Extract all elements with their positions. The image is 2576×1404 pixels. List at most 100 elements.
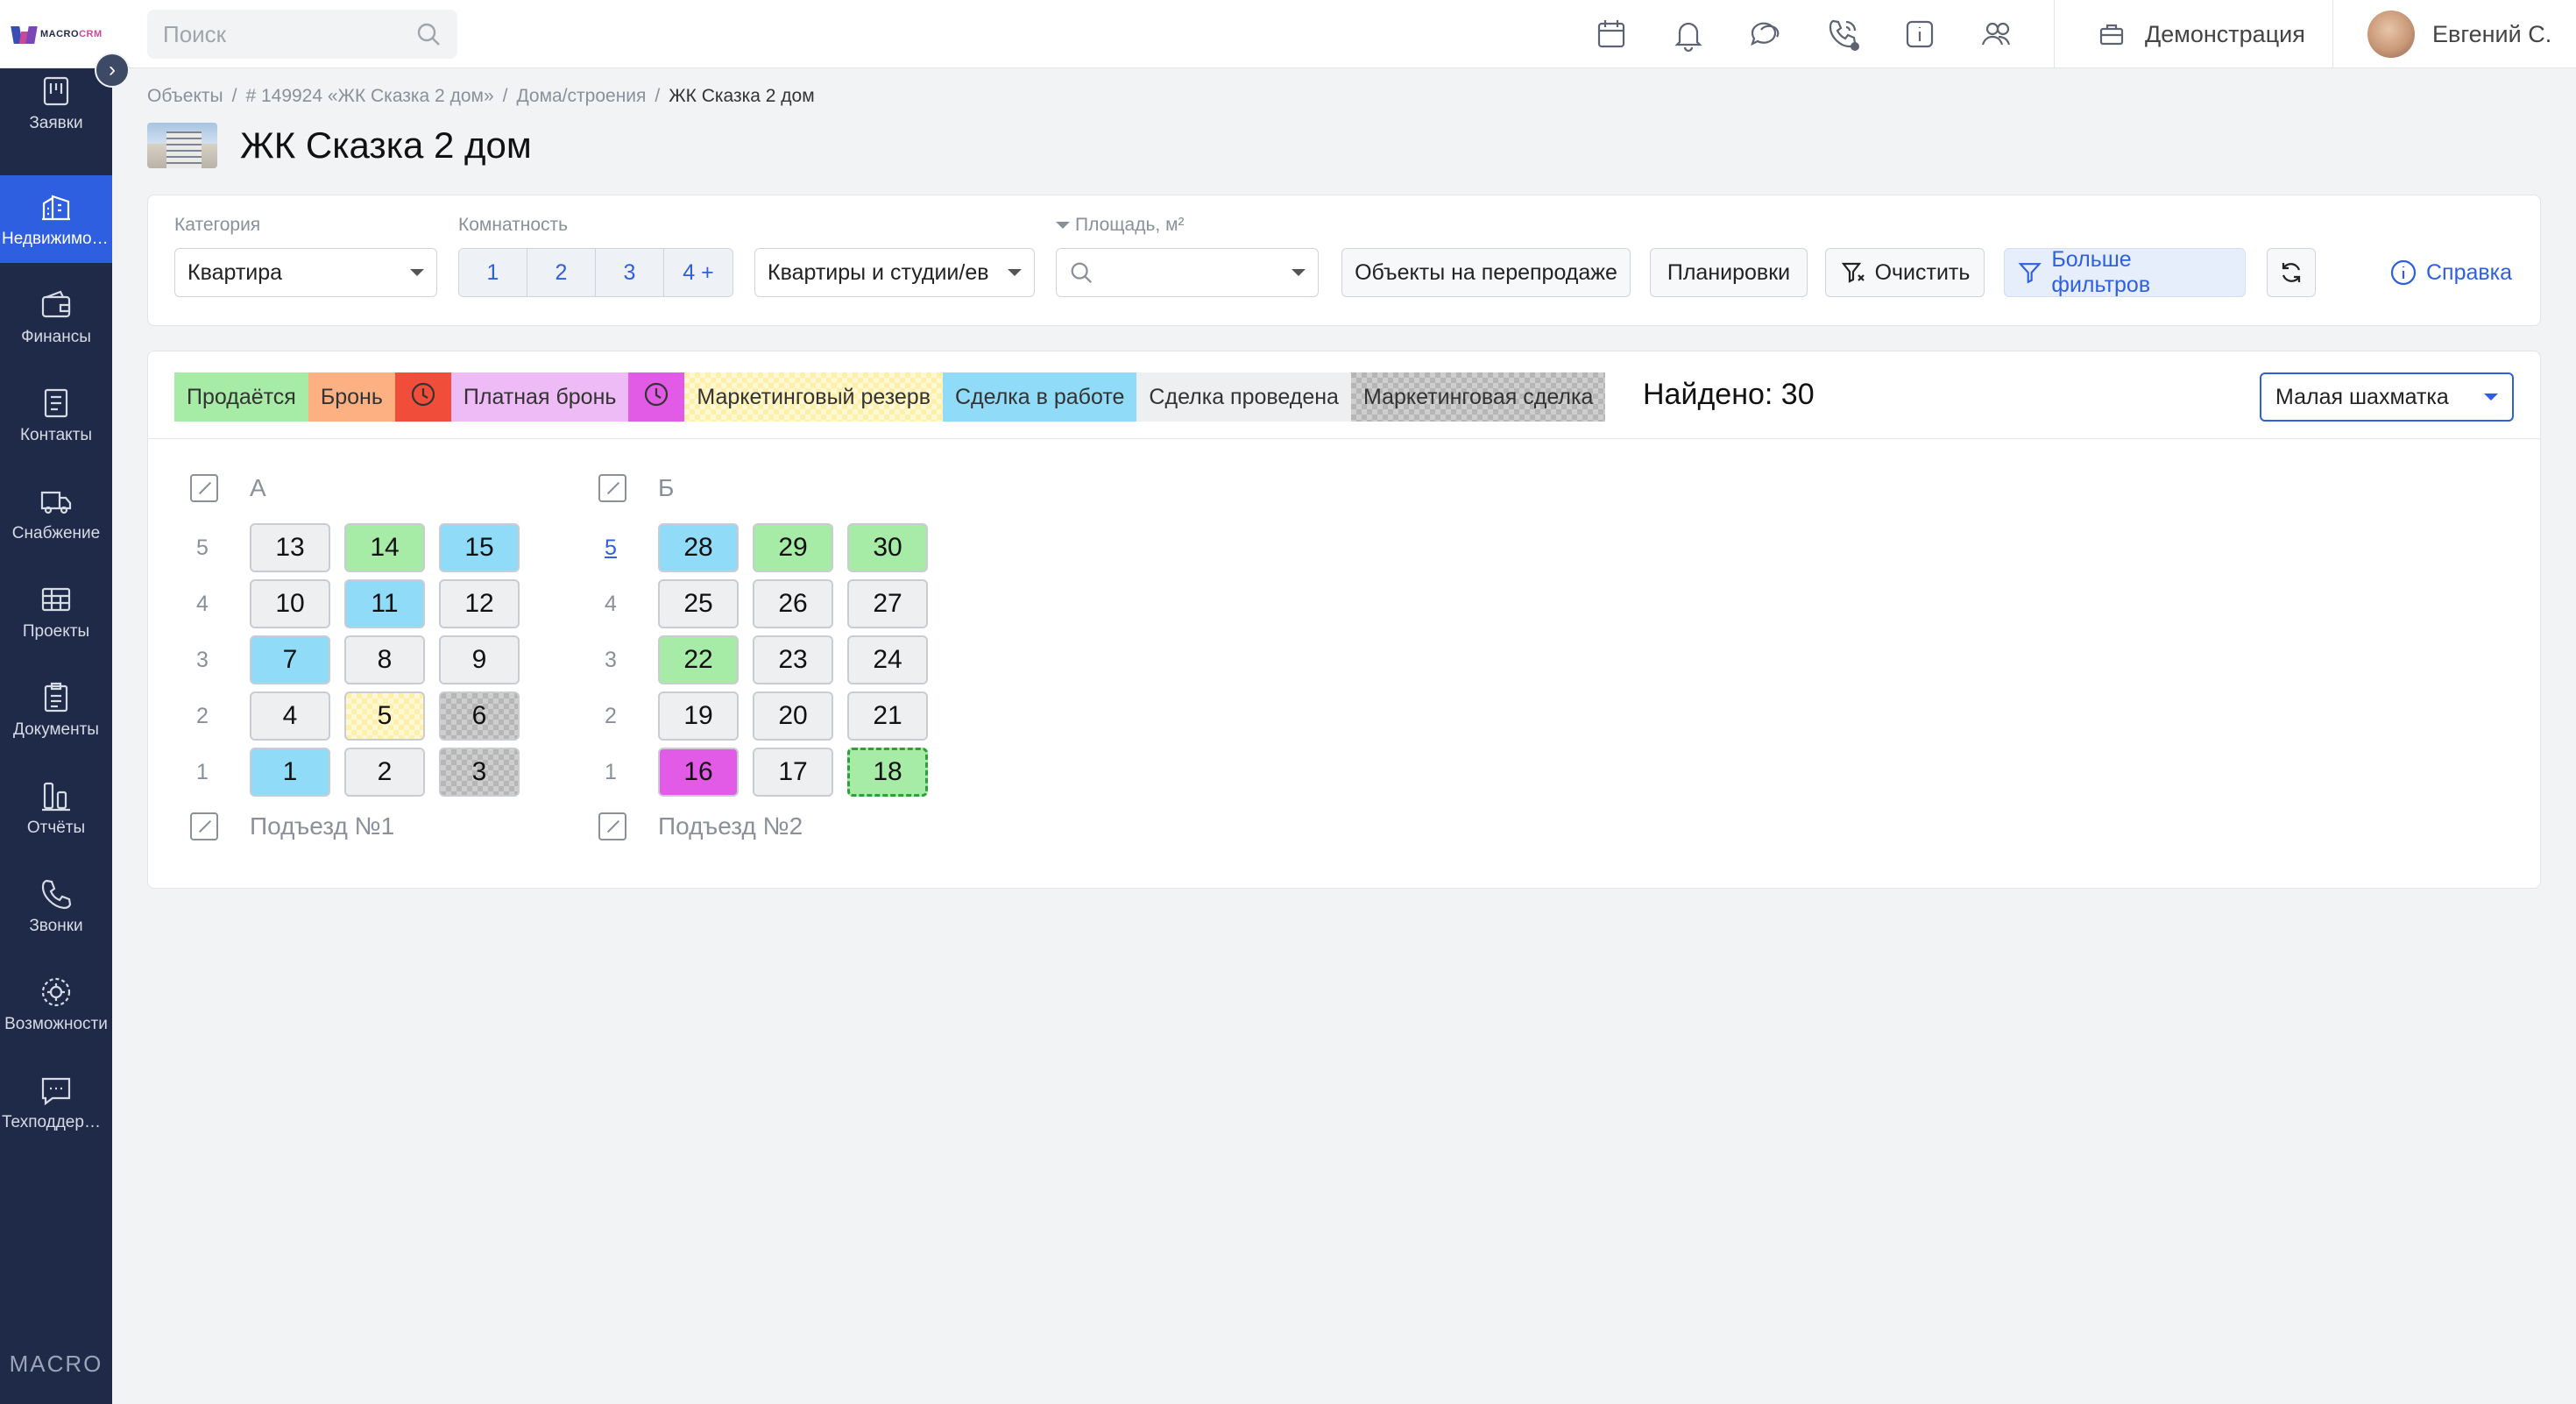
sidebar-item-label: Контакты <box>19 426 93 444</box>
sidebar-item-finance[interactable]: Финансы <box>0 273 112 361</box>
apartment-cell[interactable]: 18 <box>847 748 928 797</box>
apartment-cell[interactable]: 20 <box>753 691 833 741</box>
floor-number[interactable]: 5 <box>593 535 628 561</box>
sidebar-item-supply[interactable]: Снабжение <box>0 470 112 557</box>
apartment-cell[interactable]: 6 <box>439 691 520 741</box>
building-thumbnail[interactable] <box>147 123 217 168</box>
clear-label: Очистить <box>1874 259 1971 285</box>
apartment-cell[interactable]: 10 <box>250 579 330 628</box>
stairs-icon[interactable] <box>190 474 218 502</box>
chat-button[interactable] <box>1747 16 1784 53</box>
apartment-cell[interactable]: 5 <box>344 691 425 741</box>
apartment-cell[interactable]: 29 <box>753 523 833 572</box>
legend-for-sale[interactable]: Продаётся <box>174 372 308 422</box>
layouts-button[interactable]: Планировки <box>1650 248 1808 297</box>
view-mode-select[interactable]: Малая шахматка <box>2260 372 2514 422</box>
apartment-cell[interactable]: 9 <box>439 635 520 684</box>
apartment-type-select[interactable]: Квартиры и студии/ев <box>754 248 1035 297</box>
notifications-button[interactable] <box>1670 16 1707 53</box>
sidebar-item-label: Снабжение <box>11 524 101 542</box>
more-filters-button[interactable]: Больше фильтров <box>2004 247 2246 297</box>
apartment-cell[interactable]: 22 <box>658 635 739 684</box>
apartment-cell[interactable]: 30 <box>847 523 928 572</box>
apartment-cell[interactable]: 15 <box>439 523 520 572</box>
search-box[interactable] <box>147 10 457 59</box>
breadcrumb-link-buildings[interactable]: Дома/строения <box>516 86 646 107</box>
legend-paid-reserve-timer[interactable] <box>628 372 685 422</box>
apartment-cell[interactable]: 11 <box>344 579 425 628</box>
area-filter-toggle[interactable]: Площадь, м² <box>1056 215 1185 236</box>
legend-reserve[interactable]: Бронь <box>308 372 395 422</box>
users-button[interactable] <box>1978 16 2015 53</box>
sidebar-item-real-estate[interactable]: Недвижимость <box>0 175 112 263</box>
help-link[interactable]: Справка <box>2389 248 2512 297</box>
apartment-cell[interactable]: 12 <box>439 579 520 628</box>
legend-deal-in-progress[interactable]: Сделка в работе <box>943 372 1137 422</box>
rooms-option-2[interactable]: 2 <box>527 249 596 296</box>
logo-text: MACRO <box>40 28 80 39</box>
apartment-cell[interactable]: 1 <box>250 748 330 797</box>
category-select[interactable]: Квартира <box>174 248 437 297</box>
calendar-button[interactable] <box>1593 16 1630 53</box>
sidebar-item-projects[interactable]: Проекты <box>0 568 112 656</box>
apartment-cell[interactable]: 27 <box>847 579 928 628</box>
apartment-cell[interactable]: 17 <box>753 748 833 797</box>
sidebar-item-documents[interactable]: Документы <box>0 666 112 754</box>
apartment-cell[interactable]: 19 <box>658 691 739 741</box>
floor-number: 3 <box>196 648 209 672</box>
sidebar-item-support[interactable]: Техподдержка <box>0 1059 112 1146</box>
rooms-option-4-plus[interactable]: 4 + <box>664 249 732 296</box>
stairs-icon[interactable] <box>190 812 218 840</box>
breadcrumb-link-objects[interactable]: Объекты <box>147 86 223 107</box>
status-legend: Продаётся Бронь Платная бронь Маркетинговый… <box>174 372 1605 422</box>
legend-marketing-deal[interactable]: Маркетинговая сделка <box>1351 372 1605 422</box>
info-button[interactable] <box>1901 16 1938 53</box>
more-filters-label: Больше фильтров <box>2051 247 2151 297</box>
apartment-cell[interactable]: 26 <box>753 579 833 628</box>
rooms-option-1[interactable]: 1 <box>459 249 527 296</box>
stairs-icon[interactable] <box>598 474 626 502</box>
app-logo[interactable]: MACROCRM <box>0 0 112 68</box>
demo-mode-button[interactable]: Демонстрация <box>2098 0 2305 68</box>
apartment-cell[interactable]: 7 <box>250 635 330 684</box>
search-icon <box>1071 262 1092 283</box>
legend-reserve-timer[interactable] <box>394 372 451 422</box>
sidebar-item-reports[interactable]: Отчёты <box>0 764 112 852</box>
apartment-cell[interactable]: 24 <box>847 635 928 684</box>
apartment-cell[interactable]: 16 <box>658 748 739 797</box>
sidebar-item-features[interactable]: Возможности <box>0 961 112 1048</box>
refresh-button[interactable] <box>2267 248 2316 297</box>
area-select[interactable] <box>1056 248 1319 297</box>
sidebar-item-contacts[interactable]: Контакты <box>0 372 112 459</box>
resale-button[interactable]: Объекты на перепродаже <box>1341 248 1631 297</box>
search-icon[interactable] <box>415 21 442 47</box>
rooms-option-3[interactable]: 3 <box>596 249 664 296</box>
apartment-cell[interactable]: 25 <box>658 579 739 628</box>
apartment-cell[interactable]: 21 <box>847 691 928 741</box>
legend-label: Маркетинговый резерв <box>697 384 931 409</box>
apartment-cell[interactable]: 4 <box>250 691 330 741</box>
legend-marketing-reserve[interactable]: Маркетинговый резерв <box>684 372 943 422</box>
topbar-divider <box>2054 0 2055 68</box>
sidebar-collapse-button[interactable]: › <box>95 53 130 88</box>
apartment-cell[interactable]: 23 <box>753 635 833 684</box>
apartment-cell[interactable]: 14 <box>344 523 425 572</box>
calls-button[interactable] <box>1824 16 1861 53</box>
clear-filters-button[interactable]: Очистить <box>1825 248 1985 297</box>
sidebar-item-calls[interactable]: Звонки <box>0 862 112 950</box>
reports-icon <box>42 782 70 812</box>
apartment-cell[interactable]: 8 <box>344 635 425 684</box>
user-menu[interactable]: Евгений С. <box>2367 0 2551 68</box>
apartment-cell[interactable]: 13 <box>250 523 330 572</box>
apartment-cell[interactable]: 28 <box>658 523 739 572</box>
apartment-cell[interactable]: 2 <box>344 748 425 797</box>
search-input[interactable] <box>163 20 391 48</box>
apartment-cell[interactable]: 3 <box>439 748 520 797</box>
demo-label: Демонстрация <box>2145 20 2305 47</box>
breadcrumb-link-object[interactable]: # 149924 «ЖК Сказка 2 дом» <box>245 86 493 107</box>
stairs-icon[interactable] <box>598 812 626 840</box>
user-name: Евгений С. <box>2432 20 2552 47</box>
legend-paid-reserve[interactable]: Платная бронь <box>450 372 629 422</box>
legend-deal-done[interactable]: Сделка проведена <box>1136 372 1351 422</box>
floor-number: 4 <box>196 592 209 616</box>
